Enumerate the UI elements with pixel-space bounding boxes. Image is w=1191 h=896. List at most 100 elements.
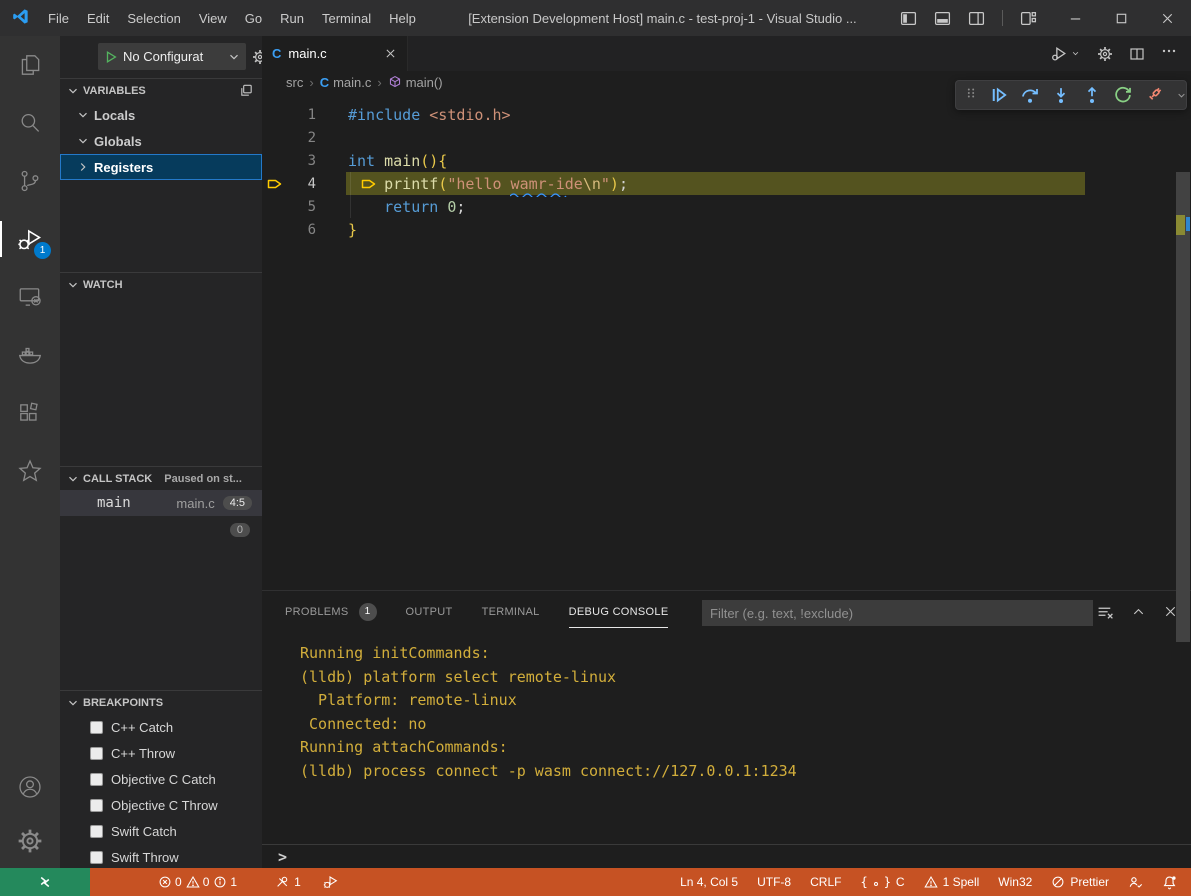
code-line-6[interactable]: 6} — [262, 218, 1191, 241]
tab-close-icon[interactable] — [384, 47, 397, 60]
continue-button[interactable] — [989, 85, 1009, 105]
debug-settings-gear-icon[interactable] — [252, 49, 262, 65]
split-editor-icon[interactable] — [1129, 46, 1145, 62]
account-icon[interactable] — [0, 760, 60, 814]
stack-frame-row[interactable]: main main.c 4:5 — [60, 490, 262, 516]
activity-extensions-icon[interactable] — [0, 384, 60, 442]
tab-main-c[interactable]: C main.c — [262, 36, 408, 71]
breakpoint-checkbox[interactable] — [90, 825, 103, 838]
editor-scrollbar[interactable] — [1176, 172, 1190, 642]
watch-section-header[interactable]: WATCH — [60, 272, 262, 296]
variables-section-header[interactable]: VARIABLES — [60, 78, 262, 102]
spell-checker-item[interactable]: 1 Spell — [924, 875, 980, 889]
restart-button[interactable] — [1113, 85, 1133, 105]
toggle-sidebar-icon[interactable] — [900, 10, 917, 27]
breakpoints-section-header[interactable]: BREAKPOINTS — [60, 690, 262, 714]
encoding-item[interactable]: UTF-8 — [757, 875, 791, 889]
breakpoint-gutter[interactable] — [262, 195, 290, 218]
breakpoint-checkbox[interactable] — [90, 851, 103, 864]
call-stack-section-header[interactable]: CALL STACK Paused on st... — [60, 466, 262, 490]
breakpoint-checkbox[interactable] — [90, 721, 103, 734]
disconnect-button[interactable] — [1144, 85, 1164, 105]
problems-status-item[interactable]: 0 0 1 — [158, 875, 237, 889]
close-button[interactable] — [1160, 11, 1175, 26]
breakpoint-gutter[interactable] — [262, 149, 290, 172]
prettier-item[interactable]: Prettier — [1051, 875, 1109, 889]
variables-item-locals[interactable]: Locals — [60, 102, 262, 128]
panel-tab-debug-console[interactable]: DEBUG CONSOLE — [569, 598, 669, 628]
activity-explorer-icon[interactable] — [0, 36, 60, 94]
code-editor[interactable]: 1#include <stdio.h>23int main(){4 printf… — [262, 93, 1191, 590]
breakpoint-gutter[interactable] — [262, 126, 290, 149]
maximize-panel-icon[interactable] — [1131, 604, 1146, 621]
platform-item[interactable]: Win32 — [998, 875, 1032, 889]
step-into-button[interactable] — [1051, 85, 1071, 105]
breadcrumb-file[interactable]: Cmain.c — [320, 75, 372, 90]
breakpoint-row[interactable]: C++ Throw — [60, 740, 262, 766]
customize-layout-icon[interactable] — [1020, 10, 1037, 27]
variables-item-registers[interactable]: Registers — [60, 154, 262, 180]
copy-value-icon[interactable] — [239, 83, 254, 98]
cursor-position-item[interactable]: Ln 4, Col 5 — [680, 875, 738, 889]
breakpoint-gutter[interactable] — [262, 103, 290, 126]
clear-console-icon[interactable] — [1097, 604, 1114, 621]
debug-status-icon[interactable] — [323, 874, 339, 890]
step-out-button[interactable] — [1082, 85, 1102, 105]
panel-tab-terminal[interactable]: TERMINAL — [482, 598, 540, 628]
code-line-4[interactable]: 4 printf("hello wamr-ide\n"); — [262, 172, 1191, 195]
breakpoint-row[interactable]: C++ Catch — [60, 714, 262, 740]
code-line-3[interactable]: 3int main(){ — [262, 149, 1191, 172]
breakpoint-row[interactable]: Swift Throw — [60, 844, 262, 868]
breakpoint-checkbox[interactable] — [90, 773, 103, 786]
minimize-button[interactable] — [1068, 11, 1083, 26]
code-line-5[interactable]: 5 return 0; — [262, 195, 1191, 218]
breakpoint-row[interactable]: Swift Catch — [60, 818, 262, 844]
menu-selection[interactable]: Selection — [118, 0, 189, 36]
remote-indicator[interactable] — [0, 868, 90, 896]
panel-tab-output[interactable]: OUTPUT — [406, 598, 453, 628]
activity-docker-icon[interactable] — [0, 326, 60, 384]
tools-status-item[interactable]: 1 — [275, 875, 301, 889]
activity-remote-explorer-icon[interactable] — [0, 268, 60, 326]
toggle-secondary-sidebar-icon[interactable] — [968, 10, 985, 27]
menu-edit[interactable]: Edit — [78, 0, 118, 36]
step-over-button[interactable] — [1020, 85, 1040, 105]
activity-star-icon[interactable] — [0, 442, 60, 500]
breakpoint-row[interactable]: Objective C Throw — [60, 792, 262, 818]
maximize-button[interactable] — [1114, 11, 1129, 26]
breakpoint-gutter[interactable] — [262, 218, 290, 241]
activity-run-debug-icon[interactable]: 1 — [0, 210, 60, 268]
eol-item[interactable]: CRLF — [810, 875, 841, 889]
activity-search-icon[interactable] — [0, 94, 60, 152]
code-line-2[interactable]: 2 — [262, 126, 1191, 149]
debug-console-input[interactable]: > — [262, 844, 1191, 868]
more-actions-icon[interactable] — [1161, 43, 1177, 64]
chevron-icon — [75, 159, 91, 175]
toggle-panel-icon[interactable] — [934, 10, 951, 27]
editor-gear-icon[interactable] — [1097, 46, 1113, 62]
notifications-bell-icon[interactable] — [1162, 875, 1177, 890]
breakpoint-checkbox[interactable] — [90, 799, 103, 812]
menu-terminal[interactable]: Terminal — [313, 0, 380, 36]
breakpoint-checkbox[interactable] — [90, 747, 103, 760]
toolbar-drag-handle[interactable] — [964, 85, 978, 106]
activity-source-control-icon[interactable] — [0, 152, 60, 210]
debug-config-select[interactable]: No Configurat — [98, 43, 246, 70]
feedback-icon[interactable] — [1128, 875, 1143, 890]
menu-go[interactable]: Go — [236, 0, 271, 36]
console-filter-input[interactable] — [702, 600, 1093, 626]
breadcrumb-src[interactable]: src — [286, 75, 303, 90]
execution-pointer-gutter-icon[interactable] — [262, 172, 290, 195]
breakpoint-row[interactable]: Objective C Catch — [60, 766, 262, 792]
breadcrumb-symbol[interactable]: main() — [388, 75, 443, 90]
panel-tab-problems[interactable]: PROBLEMS1 — [285, 598, 377, 628]
variables-item-globals[interactable]: Globals — [60, 128, 262, 154]
language-mode-item[interactable]: {}C — [860, 875, 904, 889]
menu-help[interactable]: Help — [380, 0, 425, 36]
menu-file[interactable]: File — [39, 0, 78, 36]
menu-view[interactable]: View — [190, 0, 236, 36]
debug-toolbar-chevron-icon[interactable] — [1175, 89, 1188, 102]
menu-run[interactable]: Run — [271, 0, 313, 36]
settings-gear-icon[interactable] — [0, 814, 60, 868]
run-or-debug-icon[interactable] — [1051, 45, 1081, 62]
